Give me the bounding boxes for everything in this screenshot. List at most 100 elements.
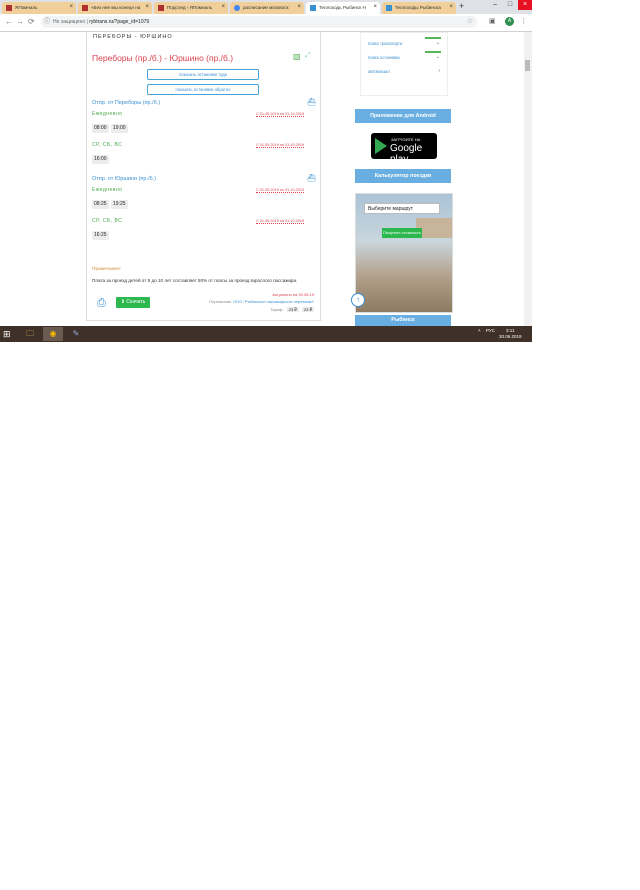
schedule-days: СР, СБ, ВС [92,142,123,148]
departure-time: 08:00 [92,124,109,133]
ship-icon: ⛴ [307,175,316,182]
departure-time: 16:25 [92,231,109,240]
gplay-big-text: Google play [390,143,423,165]
main-content: ПЕРЕБОРЫ - ЮРШИНО Переборы (пр./б.) - Юр… [86,32,321,321]
address-toolbar: ← → ⟳ ⓘ Не защищено | rybtrans.ru/?page_… [0,14,532,32]
url-separator: | [86,19,88,25]
site-favicon-icon [158,5,164,11]
schedule-days: Ежедневно [92,111,123,117]
show-stops-there-button[interactable]: показать остановки туда [147,69,259,80]
download-icon: ⬇ [120,299,126,305]
chevron-down-icon: ⌄ [435,40,440,46]
close-tab-icon[interactable]: × [449,4,453,10]
close-tab-icon[interactable]: × [297,4,301,10]
close-tab-icon[interactable]: × [145,4,149,10]
tab-bar: ЯПомналь × «Без нее мы конецн на × Подсл… [0,0,532,14]
download-label: Скачать [126,299,146,305]
windows-taskbar: ⊞ 🗀 ◉ ✎ ˄ РУС 3:11 30.06.2019 [0,326,532,342]
close-tab-icon[interactable]: × [221,4,225,10]
security-label: Не защищено [53,19,86,25]
menu-item-transport-search[interactable]: поиск транспорта ⌄ [368,40,440,46]
extension-icon[interactable]: ▣ [489,17,496,27]
menu-dots-icon[interactable]: ⋮ [520,17,527,27]
notes-title: Примечания: [92,267,122,272]
tab-3[interactable]: Подслед › ЯПомналь × [154,2,228,14]
departure-time: 16:00 [92,155,109,164]
chevron-down-icon: ⌄ [435,54,440,60]
tab-6[interactable]: Теплоходы Рыбинска × [382,2,456,14]
profile-avatar[interactable]: А [505,17,514,26]
download-button[interactable]: ⬇ Скачать [116,297,150,308]
site-favicon-icon [386,5,392,11]
map-icon[interactable]: ▧ [293,52,301,61]
expand-icon[interactable]: ⤢ [305,52,311,60]
chrome-icon[interactable]: ◉ [43,327,63,341]
minimize-button[interactable]: – [488,0,502,10]
tariff-value: 23 ₽ [286,307,299,312]
google-play-badge[interactable]: ЗАГРУЗИТЕ НА Google play [371,133,437,165]
reload-icon[interactable]: ⟳ [28,17,35,27]
tab-title: Теплоходь Рыбинск Н [319,5,366,10]
close-tab-icon[interactable]: × [69,4,73,10]
print-icon[interactable]: ⎙ [97,297,106,310]
menu-item-label: поиск транспорта [368,41,403,46]
schedule-period: С 01.05.2019 по 31.10.2019 [256,112,305,117]
scrollbar-thumb[interactable] [525,60,530,71]
new-tab-button[interactable]: + [459,2,464,11]
schedule-period: С 01.05.2019 по 31.10.2019 [256,188,305,193]
maximize-button[interactable]: □ [503,0,517,10]
bookmark-star-icon[interactable]: ☆ [467,16,473,28]
forward-icon[interactable]: → [16,17,24,27]
tab-1[interactable]: ЯПомналь × [2,2,76,14]
menu-item-label: автовокзал [368,69,390,74]
tray-arrow-icon[interactable]: ˄ [478,328,481,333]
departure-time: 08:25 [92,200,109,209]
card-footer: ⎙ ⬇ Скачать Актуально на 30.06.19 Перево… [89,291,318,315]
google-favicon-icon [234,5,240,11]
url-text: rybtrans.ru/?page_id=1079 [89,19,150,25]
system-clock[interactable]: 3:11 30.06.2019 [499,328,522,340]
carrier-name[interactable]: ООО "Рыбинское пассажирское перевозки" [233,299,314,304]
site-favicon-icon [82,5,88,11]
get-price-button[interactable]: Получить стоимость [382,228,422,238]
schedule-days: Ежедневно [92,187,123,193]
tab-title: «Без нее мы конецн на [91,5,141,10]
windows-start-icon[interactable]: ⊞ [3,329,11,339]
page-viewport: ПЕРЕБОРЫ - ЮРШИНО Переборы (пр./б.) - Юр… [0,32,532,326]
close-tab-icon[interactable]: × [373,4,377,10]
trip-calculator-widget: Выберите маршрут Получить стоимость [355,193,453,313]
app-icon[interactable]: ✎ [66,327,86,341]
sidebar: поиск транспорта ⌄ поиск остановки ⌄ авт… [351,32,453,326]
rybinsk-heading: Рыбинск [355,315,451,326]
departure-label: Отпр. от Переборы (пр./б.) [92,100,161,106]
tab-4[interactable]: расписание москвоск × [230,2,304,14]
sidebar-menu: поиск транспорта ⌄ поиск остановки ⌄ авт… [360,32,448,96]
page-scrollbar[interactable] [524,32,532,326]
close-window-button[interactable]: × [518,0,532,10]
show-stops-back-button[interactable]: показать остановки обратно [147,84,259,95]
actual-date: Актуально на 30.06.19 [272,292,314,297]
clock-date: 30.06.2019 [499,334,522,339]
tab-title: ЯПомналь [15,5,38,10]
address-bar[interactable]: ⓘ Не защищено | rybtrans.ru/?page_id=107… [41,16,477,28]
departure-label: Отпр. от Юршино (пр./б.) [92,176,157,182]
trip-calculator-heading: Калькулятор поездки [355,169,451,183]
tab-title: Подслед › ЯПомналь [167,5,213,10]
menu-item-bus-station[interactable]: автовокзал › [368,68,440,74]
tab-5-active[interactable]: Теплоходь Рыбинск Н × [306,2,380,14]
route-select[interactable]: Выберите маршрут [364,203,440,214]
scroll-to-top-icon[interactable]: ↑ [351,293,365,307]
menu-item-stop-search[interactable]: поиск остановки ⌄ [368,54,440,60]
tab-2[interactable]: «Без нее мы конецн на × [78,2,152,14]
site-favicon-icon [310,5,316,11]
tab-title: расписание москвоск [243,5,289,10]
tab-title: Теплоходы Рыбинска [395,5,441,10]
departure-time: 19:25 [111,200,128,209]
site-favicon-icon [6,5,12,11]
back-icon[interactable]: ← [5,17,13,27]
file-explorer-icon[interactable]: 🗀 [20,327,40,341]
info-icon[interactable]: ⓘ [44,16,50,28]
menu-accent-bar [425,37,441,39]
notes-text: Плата за проезд детей от 5 до 10 лет сос… [92,278,298,283]
language-indicator[interactable]: РУС [486,328,495,333]
